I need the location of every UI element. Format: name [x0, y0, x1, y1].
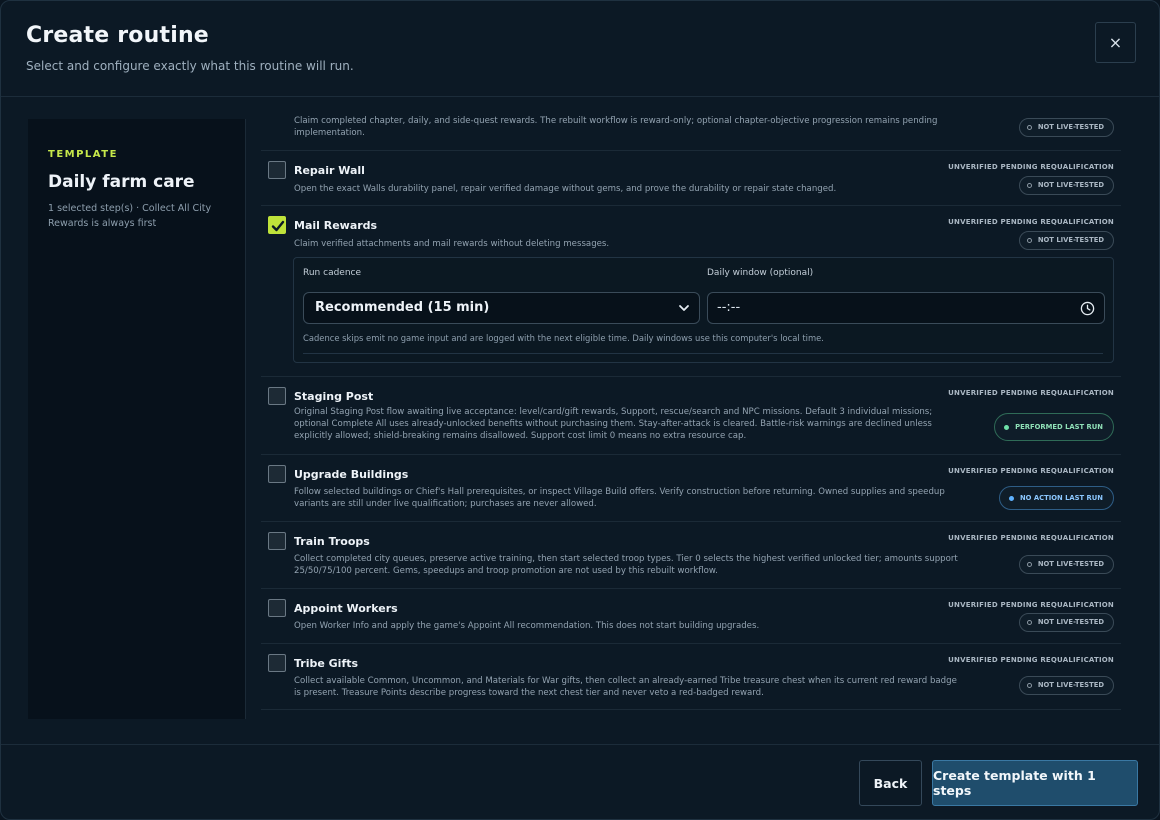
status-badge: NOT LIVE-TESTED: [1018, 555, 1114, 574]
badge-label: NOT LIVE-TESTED: [1037, 123, 1104, 131]
dialog-footer: Back Create template with 1 steps: [1, 744, 1159, 819]
step-description: Claim verified attachments and mail rewa…: [294, 239, 610, 249]
status-dot-icon: [1026, 238, 1032, 243]
daily-window-input[interactable]: --:--: [707, 292, 1105, 324]
step-description: Original Staging Post flow awaiting live…: [294, 407, 933, 441]
step-row-mail-rewards[interactable]: Mail Rewards Claim verified attachments …: [261, 206, 1121, 377]
status-badge: NOT LIVE-TESTED: [1018, 176, 1114, 195]
step-description: Follow selected buildings or Chief's Hal…: [294, 487, 945, 509]
badge-label: NO ACTION LAST RUN: [1019, 494, 1103, 502]
status-badge: NOT LIVE-TESTED: [1018, 118, 1114, 137]
template-name: Daily farm care: [48, 172, 195, 192]
qualification-status: UNVERIFIED PENDING REQUALIFICATION: [948, 218, 1114, 226]
status-dot-icon: [1026, 683, 1032, 688]
step-title: Staging Post: [294, 390, 374, 403]
train-troops-checkbox[interactable]: [268, 532, 286, 550]
step-list[interactable]: Claim completed chapter, daily, and side…: [261, 98, 1121, 713]
run-cadence-label: Run cadence: [303, 268, 362, 278]
dialog-title: Create routine: [26, 23, 209, 48]
step-row-appoint-workers[interactable]: Appoint Workers Open Worker Info and app…: [261, 589, 1121, 644]
step-row-staging-post[interactable]: Staging Post Original Staging Post flow …: [261, 377, 1121, 455]
run-cadence-select[interactable]: Recommended (15 min): [303, 292, 700, 324]
badge-label: NOT LIVE-TESTED: [1037, 560, 1104, 568]
step-description: Claim completed chapter, daily, and side…: [294, 116, 938, 138]
status-dot-icon: [1026, 620, 1032, 625]
appoint-workers-checkbox[interactable]: [268, 599, 286, 617]
step-row-repair-wall[interactable]: Repair Wall Open the exact Walls durabil…: [261, 151, 1121, 206]
qualification-status: UNVERIFIED PENDING REQUALIFICATION: [948, 163, 1114, 171]
repair-wall-checkbox[interactable]: [268, 161, 286, 179]
step-description: Open the exact Walls durability panel, r…: [294, 184, 837, 194]
clock-icon[interactable]: [1080, 301, 1095, 316]
status-dot-icon: [1008, 496, 1014, 501]
cadence-panel: Run cadence Daily window (optional) Reco…: [293, 257, 1114, 363]
back-button[interactable]: Back: [859, 760, 922, 806]
step-title: Tribe Gifts: [294, 657, 359, 670]
checkmark-icon: [271, 220, 285, 232]
cadence-help-text: Cadence skips emit no game input and are…: [303, 333, 824, 343]
status-dot-icon: [1026, 125, 1032, 130]
badge-label: NOT LIVE-TESTED: [1037, 618, 1104, 626]
qualification-status: UNVERIFIED PENDING REQUALIFICATION: [948, 467, 1114, 475]
step-row-train-troops[interactable]: Train Troops Collect completed city queu…: [261, 522, 1121, 589]
status-dot-icon: [1026, 183, 1032, 188]
qualification-status: UNVERIFIED PENDING REQUALIFICATION: [948, 389, 1114, 397]
divider: [303, 353, 1103, 354]
step-title: Train Troops: [294, 535, 370, 548]
badge-label: NOT LIVE-TESTED: [1037, 236, 1104, 244]
step-description: Open Worker Info and apply the game's Ap…: [294, 621, 760, 631]
dialog-header: Create routine Select and configure exac…: [1, 1, 1159, 97]
close-button[interactable]: ×: [1095, 22, 1136, 63]
template-sidebar: TEMPLATE Daily farm care 1 selected step…: [28, 119, 246, 719]
step-title: Upgrade Buildings: [294, 468, 409, 481]
run-cadence-value: Recommended (15 min): [315, 300, 490, 315]
step-title: Repair Wall: [294, 164, 365, 177]
status-badge: NOT LIVE-TESTED: [1018, 613, 1114, 632]
status-badge: NO ACTION LAST RUN: [998, 486, 1114, 510]
status-badge: NOT LIVE-TESTED: [1018, 676, 1114, 695]
template-label: TEMPLATE: [48, 149, 118, 160]
create-template-button[interactable]: Create template with 1 steps: [932, 760, 1138, 806]
template-summary: 1 selected step(s) · Collect All City Re…: [48, 203, 212, 229]
step-row-quest-rewards: Claim completed chapter, daily, and side…: [261, 98, 1121, 151]
close-icon: ×: [1108, 33, 1123, 52]
badge-label: PERFORMED LAST RUN: [1015, 423, 1103, 431]
staging-post-checkbox[interactable]: [268, 387, 286, 405]
step-row-upgrade-buildings[interactable]: Upgrade Buildings Follow selected buildi…: [261, 455, 1121, 522]
badge-label: NOT LIVE-TESTED: [1037, 681, 1104, 689]
status-dot-icon: [1004, 425, 1010, 430]
qualification-status: UNVERIFIED PENDING REQUALIFICATION: [948, 601, 1114, 609]
step-row-tribe-gifts[interactable]: Tribe Gifts Collect available Common, Un…: [261, 644, 1121, 710]
qualification-status: UNVERIFIED PENDING REQUALIFICATION: [948, 656, 1114, 664]
dialog-subtitle: Select and configure exactly what this r…: [26, 59, 354, 73]
daily-window-label: Daily window (optional): [707, 268, 814, 278]
badge-label: NOT LIVE-TESTED: [1037, 181, 1104, 189]
status-badge: NOT LIVE-TESTED: [1018, 231, 1114, 250]
tribe-gifts-checkbox[interactable]: [268, 654, 286, 672]
step-title: Appoint Workers: [294, 602, 398, 615]
create-routine-dialog: Create routine Select and configure exac…: [0, 0, 1160, 820]
status-badge: PERFORMED LAST RUN: [994, 413, 1114, 441]
step-title: Mail Rewards: [294, 219, 378, 232]
mail-rewards-checkbox[interactable]: [268, 216, 286, 234]
step-description: Collect available Common, Uncommon, and …: [294, 676, 957, 698]
status-dot-icon: [1026, 562, 1032, 567]
daily-window-value: --:--: [717, 300, 741, 315]
step-description: Collect completed city queues, preserve …: [294, 554, 958, 576]
qualification-status: UNVERIFIED PENDING REQUALIFICATION: [948, 534, 1114, 542]
chevron-down-icon: [679, 305, 689, 311]
upgrade-buildings-checkbox[interactable]: [268, 465, 286, 483]
